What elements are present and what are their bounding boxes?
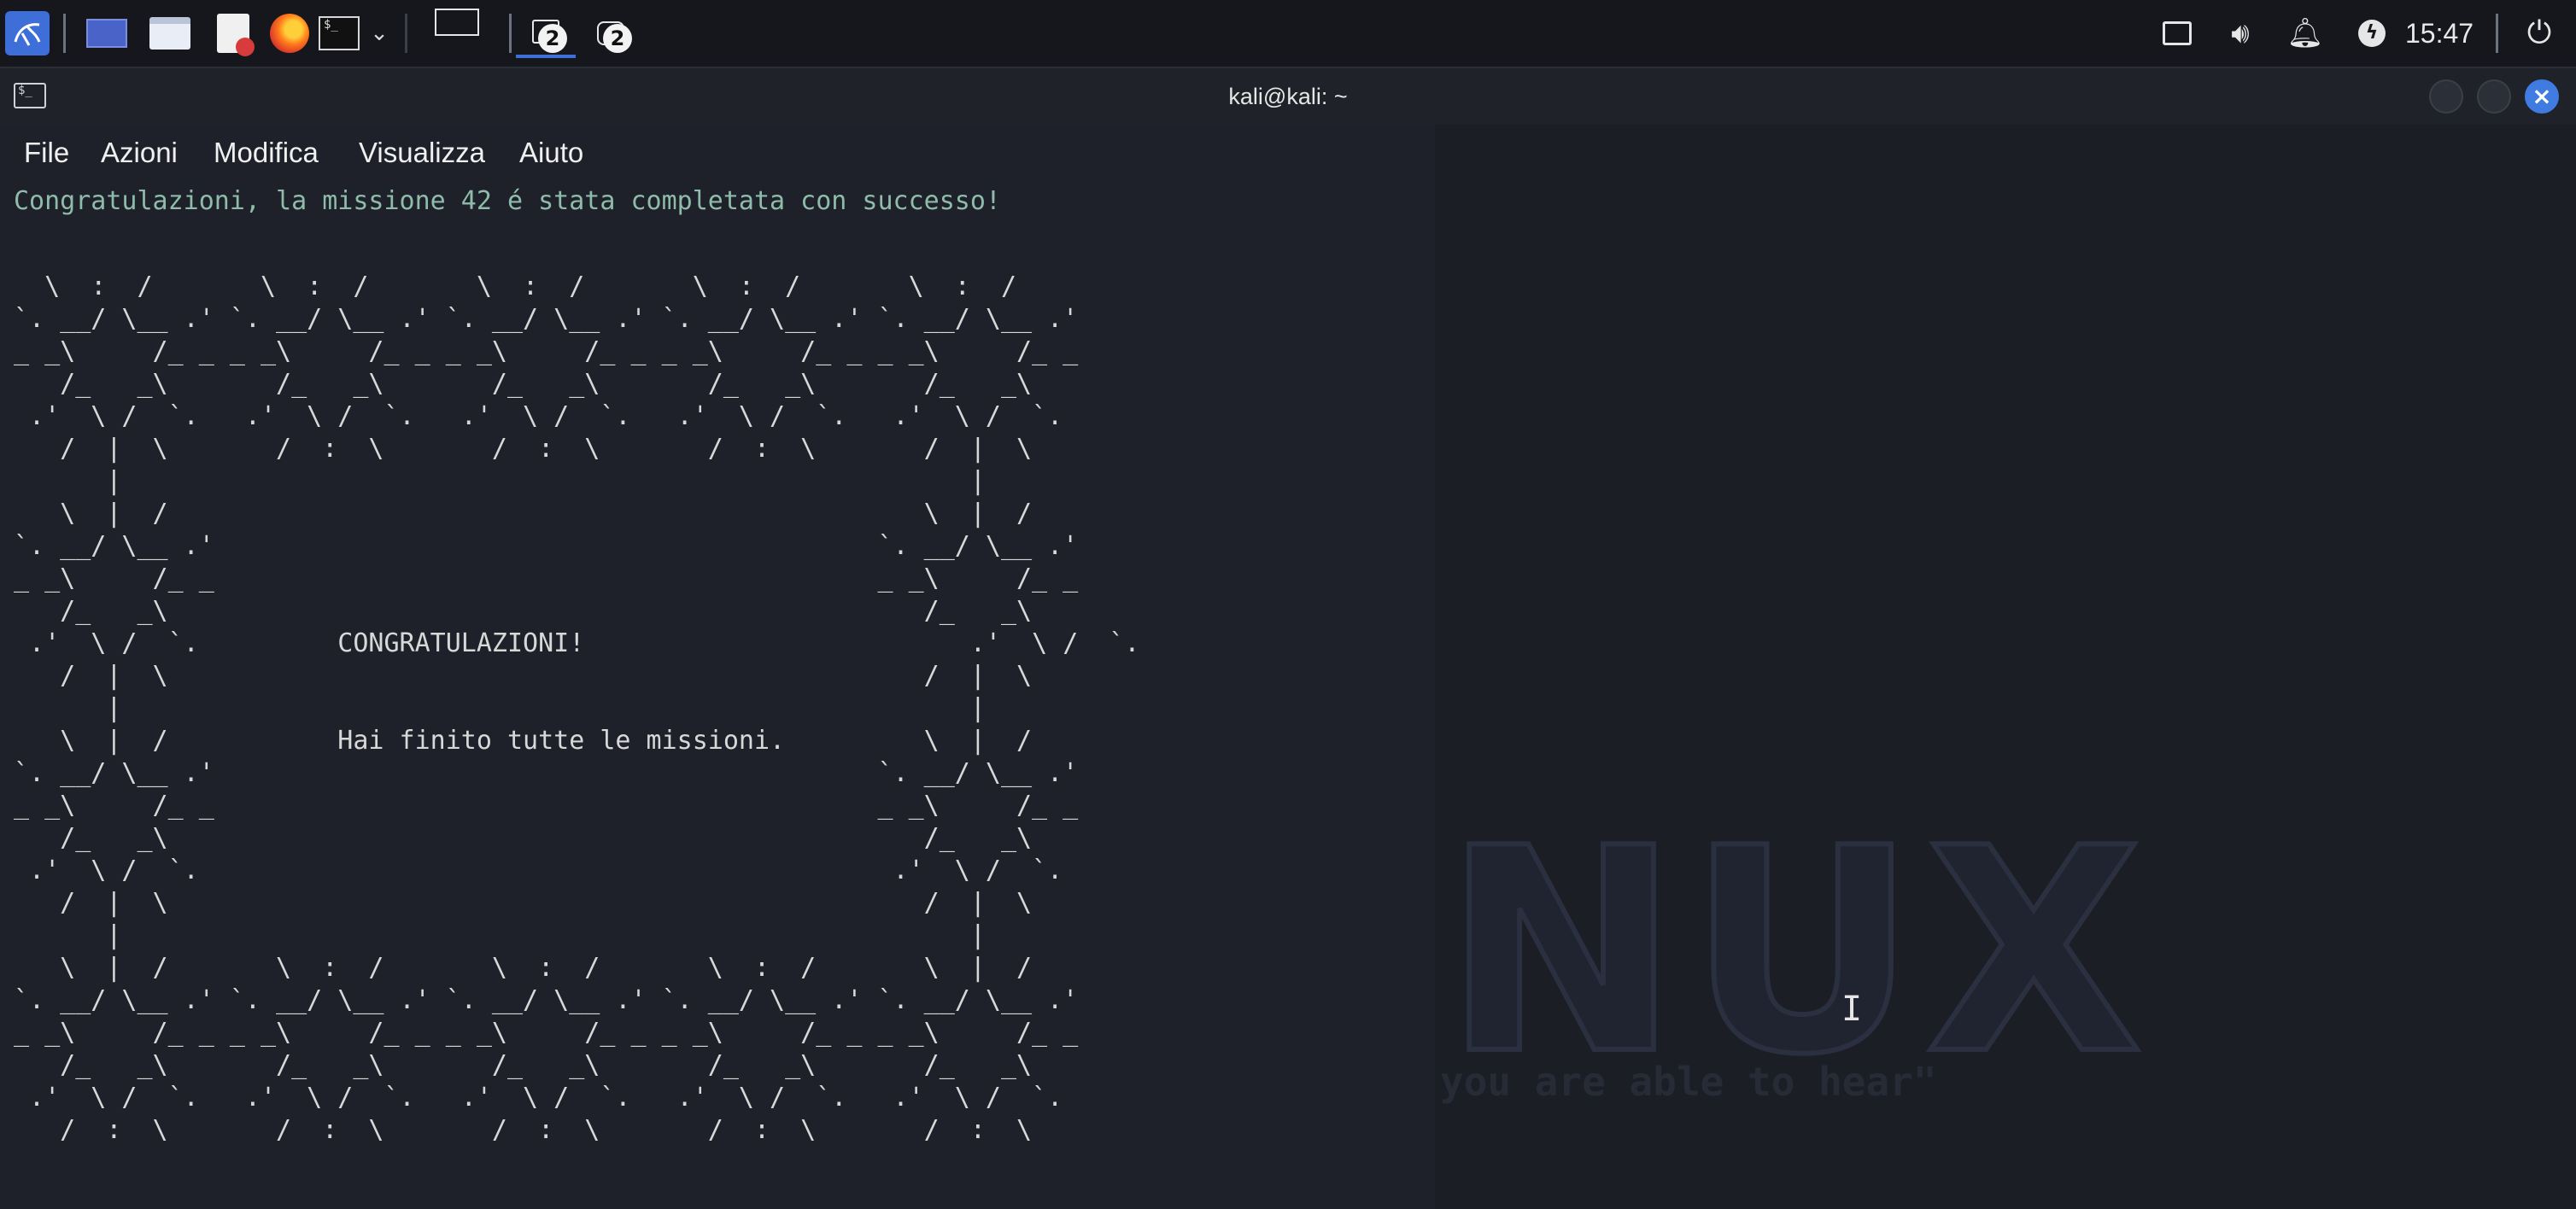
window-titlebar[interactable]: $_ kali@kali: ~ × xyxy=(0,68,2576,125)
terminal-output[interactable]: Congratulazioni, la missione 42 é stata … xyxy=(0,181,1435,1209)
terminal-icon[interactable]: $_ xyxy=(318,9,360,58)
firefox-icon[interactable] xyxy=(265,9,314,58)
notifications-icon[interactable]: 🔔︎ xyxy=(2286,9,2325,58)
minimize-button[interactable] xyxy=(2429,79,2463,114)
window-count-badge: 2 xyxy=(603,24,632,53)
ascii-art-frame: \ : / \ : / \ : / \ : / \ : / `. __/ \__… xyxy=(14,272,1140,1145)
panel-separator xyxy=(2496,14,2498,53)
network-icon[interactable] xyxy=(2157,9,2197,58)
volume-icon[interactable]: 🔊︎ xyxy=(2221,9,2260,58)
completion-message: Hai finito tutte le missioni. xyxy=(337,726,786,756)
menu-file[interactable]: File xyxy=(24,125,69,181)
maximize-button[interactable] xyxy=(2477,79,2511,114)
close-button[interactable]: × xyxy=(2525,79,2559,114)
menu-edit[interactable]: Modifica xyxy=(214,125,319,181)
menu-bar: File Azioni Modifica Visualizza Aiuto xyxy=(0,125,1435,181)
dropdown-icon[interactable]: ⌄ xyxy=(362,9,396,58)
text-cursor-icon: I xyxy=(1841,990,1863,1029)
clock[interactable]: 15:47 xyxy=(2405,12,2474,55)
menu-actions[interactable]: Azioni xyxy=(101,125,178,181)
text-editor-icon[interactable] xyxy=(208,9,258,58)
power-manager-icon[interactable]: ϟ xyxy=(2352,9,2392,58)
top-panel: $_ ⌄ 2 2 🔊︎ 🔔︎ ϟ 15:47 ⏻ xyxy=(0,0,2576,68)
menu-view[interactable]: Visualizza xyxy=(359,125,485,181)
logout-icon[interactable]: ⏻ xyxy=(2518,9,2561,58)
panel-separator xyxy=(509,14,512,53)
file-manager-icon[interactable] xyxy=(145,9,195,58)
menu-help[interactable]: Aiuto xyxy=(519,125,583,181)
terminal-window: $_ kali@kali: ~ × File Azioni Modifica V… xyxy=(0,68,2576,1209)
taskbar-window-terminal[interactable]: 2 xyxy=(516,9,576,58)
mission-complete-line: Congratulazioni, la missione 42 é stata … xyxy=(14,186,1001,216)
workspace-1[interactable] xyxy=(410,9,504,58)
desktop-icon[interactable] xyxy=(82,9,132,58)
kali-menu-icon[interactable] xyxy=(5,11,50,55)
congratulations-heading: CONGRATULAZIONI! xyxy=(337,628,585,658)
window-count-badge: 2 xyxy=(538,24,567,53)
window-title: kali@kali: ~ xyxy=(1228,84,1348,109)
panel-separator xyxy=(63,14,66,53)
taskbar-window-group[interactable]: 2 xyxy=(581,9,641,58)
panel-separator xyxy=(405,14,407,53)
